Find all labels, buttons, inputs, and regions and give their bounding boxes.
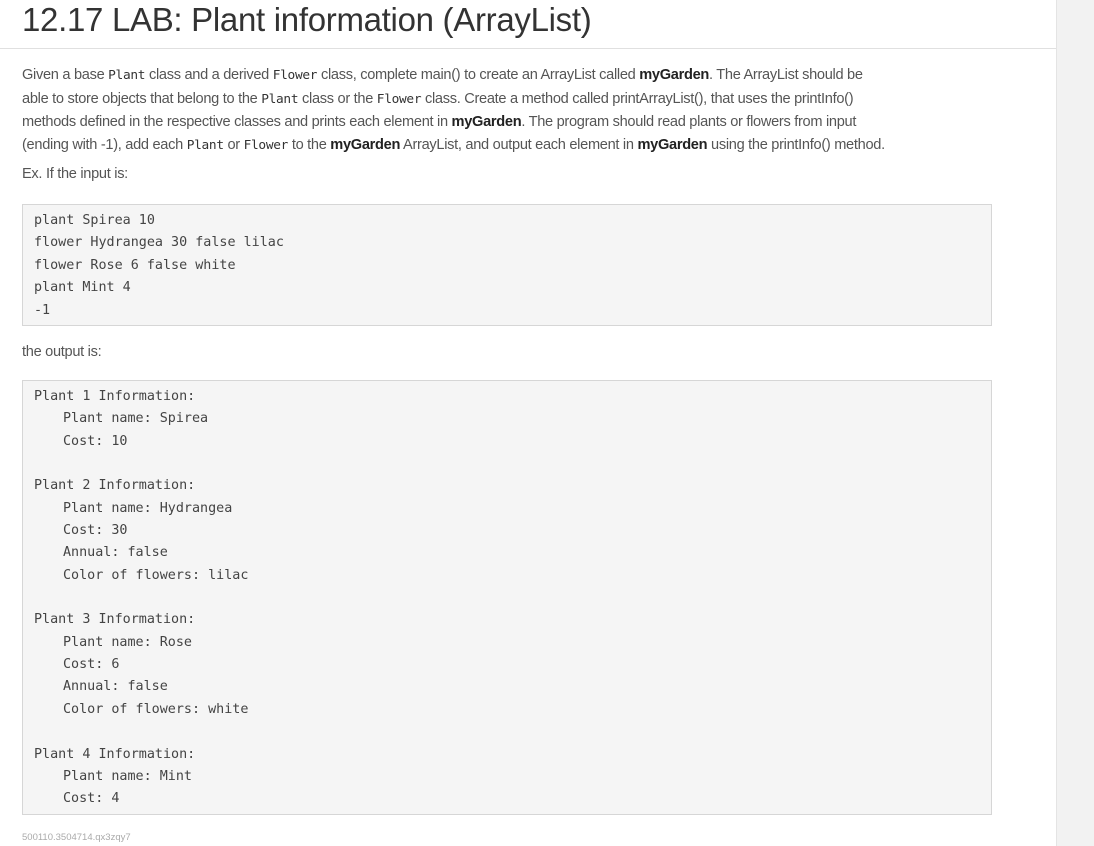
title-divider xyxy=(0,48,1056,49)
description-text: class and a derived xyxy=(145,67,273,83)
lab-content: 12.17 LAB: Plant information (ArrayList)… xyxy=(0,0,1056,846)
inline-code: Plant xyxy=(108,68,146,83)
input-line: plant Spirea 10 xyxy=(34,213,155,228)
bold-term: myGarden xyxy=(639,67,710,83)
output-line: Color of flowers: white xyxy=(63,701,249,717)
description-text: or xyxy=(223,136,244,153)
description-line: Given a base Plant class and a derived F… xyxy=(22,64,1002,88)
output-line: Plant name: Mint xyxy=(63,768,192,784)
input-line: plant Mint 4 xyxy=(34,280,131,296)
output-blank-line xyxy=(34,587,991,609)
description-text: to the xyxy=(288,136,331,153)
description-text: ArrayList, and output each element in xyxy=(400,136,638,153)
bold-term: myGarden xyxy=(637,136,708,153)
output-line: Plant 1 Information: xyxy=(34,389,196,404)
output-line: Plant name: Rose xyxy=(63,634,192,650)
description-text: class or the xyxy=(298,90,377,107)
input-line: -1 xyxy=(34,302,51,318)
description-text: Given a base xyxy=(22,67,109,83)
description-line: able to store objects that belong to the… xyxy=(22,88,1002,112)
output-line: Cost: 10 xyxy=(63,433,128,449)
inline-code: Plant xyxy=(186,137,224,153)
output-line: Cost: 4 xyxy=(63,791,120,807)
output-blank-line xyxy=(34,453,991,475)
output-line: Color of flowers: lilac xyxy=(63,567,249,583)
bold-term: myGarden xyxy=(451,114,522,130)
description-text: methods defined in the respective classe… xyxy=(22,114,452,130)
input-example-label: Ex. If the input is: xyxy=(22,166,128,182)
output-line: Plant 4 Information: xyxy=(34,746,196,762)
output-line: Annual: false xyxy=(63,545,168,561)
inline-code: Flower xyxy=(376,91,422,107)
example-output-block: Plant 1 Information: Plant name: Spirea Co… xyxy=(22,380,992,815)
description-text: . The program should read plants or flow… xyxy=(521,114,857,130)
description-text: class. Create a method called printArray… xyxy=(421,90,854,107)
output-example-label: the output is: xyxy=(22,344,102,360)
description-line: methods defined in the respective classe… xyxy=(22,111,1002,134)
bold-term: myGarden xyxy=(330,136,401,153)
output-line: Annual: false xyxy=(63,679,168,695)
inline-code: Flower xyxy=(272,68,318,83)
output-line: Plant name: Hydrangea xyxy=(63,500,233,516)
output-line: Cost: 6 xyxy=(63,657,120,673)
input-line: flower Rose 6 false white xyxy=(34,257,236,273)
lab-description: Given a base Plant class and a derived F… xyxy=(22,64,1002,157)
inline-code: Plant xyxy=(261,91,299,107)
inline-code: Flower xyxy=(243,137,289,153)
description-text: . The ArrayList should be xyxy=(709,67,863,83)
description-text: able to store objects that belong to the xyxy=(22,90,262,107)
description-text: class, complete main() to create an Arra… xyxy=(317,67,640,83)
description-text: using the printInfo() method. xyxy=(707,136,885,153)
description-line: (ending with -1), add each Plant or Flow… xyxy=(22,134,1002,158)
output-blank-line xyxy=(34,721,991,743)
page-title: 12.17 LAB: Plant information (ArrayList) xyxy=(22,1,592,38)
input-line: flower Hydrangea 30 false lilac xyxy=(34,235,284,251)
example-input-block: plant Spirea 10 flower Hydrangea 30 false… xyxy=(22,204,992,326)
lab-id: 500110.3504714.qx3zqy7 xyxy=(22,832,131,843)
right-sidebar xyxy=(1056,0,1094,846)
output-line: Plant name: Spirea xyxy=(63,411,209,427)
output-line: Plant 2 Information: xyxy=(34,478,196,494)
output-line: Cost: 30 xyxy=(63,523,128,539)
output-line: Plant 3 Information: xyxy=(34,612,196,628)
description-text: (ending with -1), add each xyxy=(22,136,187,153)
